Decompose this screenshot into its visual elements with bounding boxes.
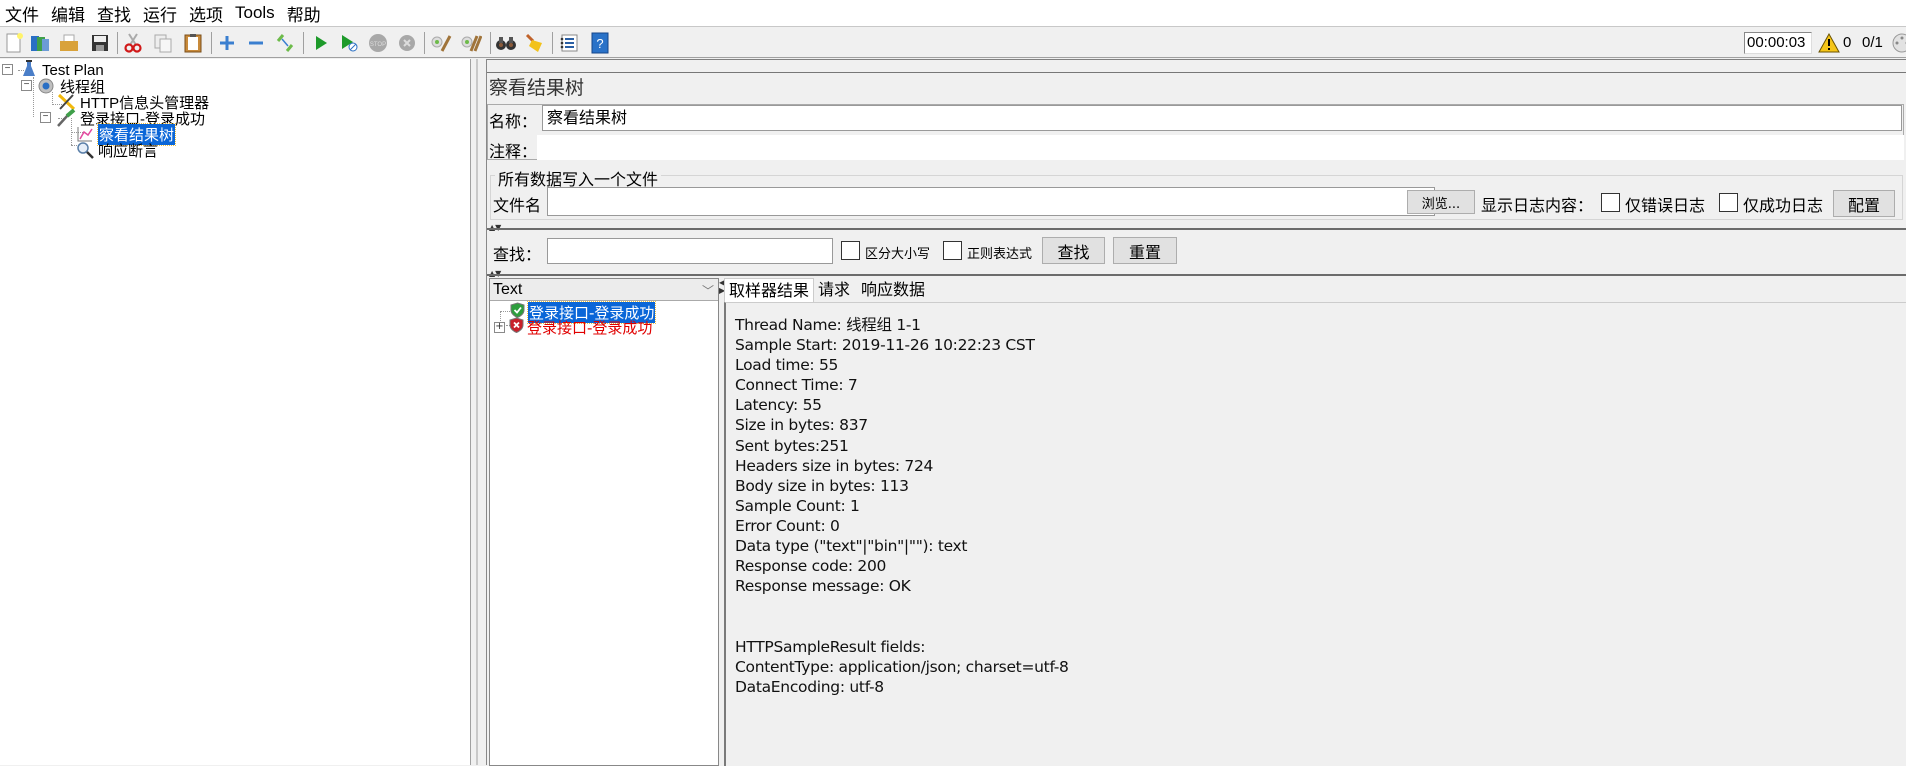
result-line: Error Count: 0 [735,516,1069,536]
result-line: Latency: 55 [735,395,1069,415]
errors-only-checkbox[interactable] [1601,193,1620,212]
browse-button[interactable]: 浏览... [1407,190,1475,214]
comment-label: 注释： [489,138,537,162]
open-icon[interactable] [58,32,80,54]
warning-count: 0 [1843,34,1851,51]
search-binoculars-icon[interactable] [495,32,517,54]
result-list: Text ﹀ 登录接口-登录成功 + 登录接口-登录成功 [489,278,719,766]
menu-bar: 文件 编辑 查找 运行 选项 Tools 帮助 [0,0,1906,27]
errors-only-label: 仅错误日志 [1625,192,1705,216]
help-icon[interactable]: ? [589,32,611,54]
expand-toggle[interactable]: + [494,322,505,333]
result-line: Sample Count: 1 [735,496,1069,516]
start-no-pause-icon[interactable] [338,32,360,54]
result-line: Sample Start: 2019-11-26 10:22:23 CST [735,335,1069,355]
regex-checkbox[interactable] [943,241,962,260]
regex-label: 正则表达式 [967,243,1032,262]
menu-options[interactable]: 选项 [188,1,224,26]
search-input[interactable] [547,238,833,264]
menu-edit[interactable]: 编辑 [50,1,86,26]
svg-text:?: ? [596,36,603,51]
collapse-toggle[interactable]: − [40,112,51,123]
result-line: Response message: OK [735,576,1069,596]
reset-search-broom-icon[interactable] [524,32,546,54]
result-line: HTTPSampleResult fields: [735,637,1069,657]
result-line: ContentType: application/json; charset=u… [735,657,1069,677]
search-label: 查找： [493,241,541,265]
success-only-checkbox[interactable] [1719,193,1738,212]
copy-icon[interactable] [152,32,174,54]
result-line: DataEncoding: utf-8 [735,677,1069,697]
chevron-down-icon: ﹀ [702,281,714,302]
case-sensitive-checkbox[interactable] [841,241,860,260]
result-line: Body size in bytes: 113 [735,476,1069,496]
collapse-toggle[interactable]: − [21,80,32,91]
collapse-icon[interactable] [245,32,267,54]
elapsed-time: 00:00:03 [1744,32,1812,54]
clear-all-icon[interactable] [460,32,482,54]
tab-request[interactable]: 请求 [814,278,854,302]
result-line: Response code: 200 [735,556,1069,576]
tab-sampler-result[interactable]: 取样器结果 [724,278,814,302]
shutdown-icon[interactable] [396,32,418,54]
comment-field[interactable] [537,135,1904,160]
http-sampler-pipette-icon [56,109,76,131]
renderer-select[interactable]: Text ﹀ [490,279,718,301]
menu-search[interactable]: 查找 [96,1,132,26]
result-detail: 取样器结果 请求 响应数据 Thread Name: 线程组 1-1Sample… [724,278,1906,766]
svg-text:STOP: STOP [370,42,386,48]
result-line: Headers size in bytes: 724 [735,456,1069,476]
find-button[interactable]: 查找 [1042,237,1105,264]
result-line: Load time: 55 [735,355,1069,375]
cut-icon[interactable] [122,32,144,54]
tab-response-data[interactable]: 响应数据 [857,278,929,302]
sampler-result-text: Thread Name: 线程组 1-1Sample Start: 2019-1… [724,302,1906,766]
collapse-toggle[interactable]: − [2,64,13,75]
toggle-icon[interactable] [274,32,296,54]
test-plan-tree: − Test Plan − 线程组 HTTP信息头管理器 − 登录接口-登录成功… [0,59,470,765]
expand-icon[interactable] [216,32,238,54]
configure-button[interactable]: 配置 [1833,190,1895,217]
listener-panel: 察看结果树 名称： 察看结果树 注释： 所有数据写入一个文件 文件名 浏览...… [487,59,1906,765]
result-line [735,616,1069,636]
result-line: Sent bytes:251 [735,436,1069,456]
result-line: Connect Time: 7 [735,375,1069,395]
clear-icon[interactable] [430,32,452,54]
menu-run[interactable]: 运行 [142,1,178,26]
filename-label: 文件名 [493,192,541,216]
thread-status-icon [1892,33,1906,57]
result-line [735,596,1069,616]
main-splitter[interactable] [470,59,487,765]
menu-tools[interactable]: Tools [234,3,276,23]
result-line: Data type ("text"|"bin"|""): text [735,536,1069,556]
active-threads: 0/1 [1862,34,1883,51]
panel-title: 察看结果树 [487,72,1906,102]
menu-help[interactable]: 帮助 [286,1,322,26]
save-icon[interactable] [89,32,111,54]
name-label: 名称： [489,108,537,132]
result-item[interactable]: + 登录接口-登录成功 [494,319,652,335]
log-content-label: 显示日志内容： [1481,192,1593,216]
failure-shield-icon [509,317,524,337]
filename-field[interactable] [547,187,1435,216]
result-line: Thread Name: 线程组 1-1 [735,315,1069,335]
menu-file[interactable]: 文件 [4,1,40,26]
function-helper-icon[interactable] [558,32,580,54]
toolbar: STOP ? 00:00:03 0 0/1 [0,28,1906,58]
start-icon[interactable] [310,32,332,54]
paste-icon[interactable] [182,32,204,54]
assertion-magnifier-icon [76,141,94,163]
result-line: Size in bytes: 837 [735,415,1069,435]
success-only-label: 仅成功日志 [1743,192,1823,216]
warning-icon[interactable] [1818,33,1840,57]
reset-button[interactable]: 重置 [1113,237,1177,264]
sampler-result-lines: Thread Name: 线程组 1-1Sample Start: 2019-1… [735,315,1069,697]
case-sensitive-label: 区分大小写 [865,243,930,262]
templates-icon[interactable] [29,32,51,54]
name-field[interactable]: 察看结果树 [542,105,1902,131]
thread-group-gear-icon [37,77,55,99]
new-icon[interactable] [3,32,25,54]
stop-icon[interactable]: STOP [367,32,389,54]
